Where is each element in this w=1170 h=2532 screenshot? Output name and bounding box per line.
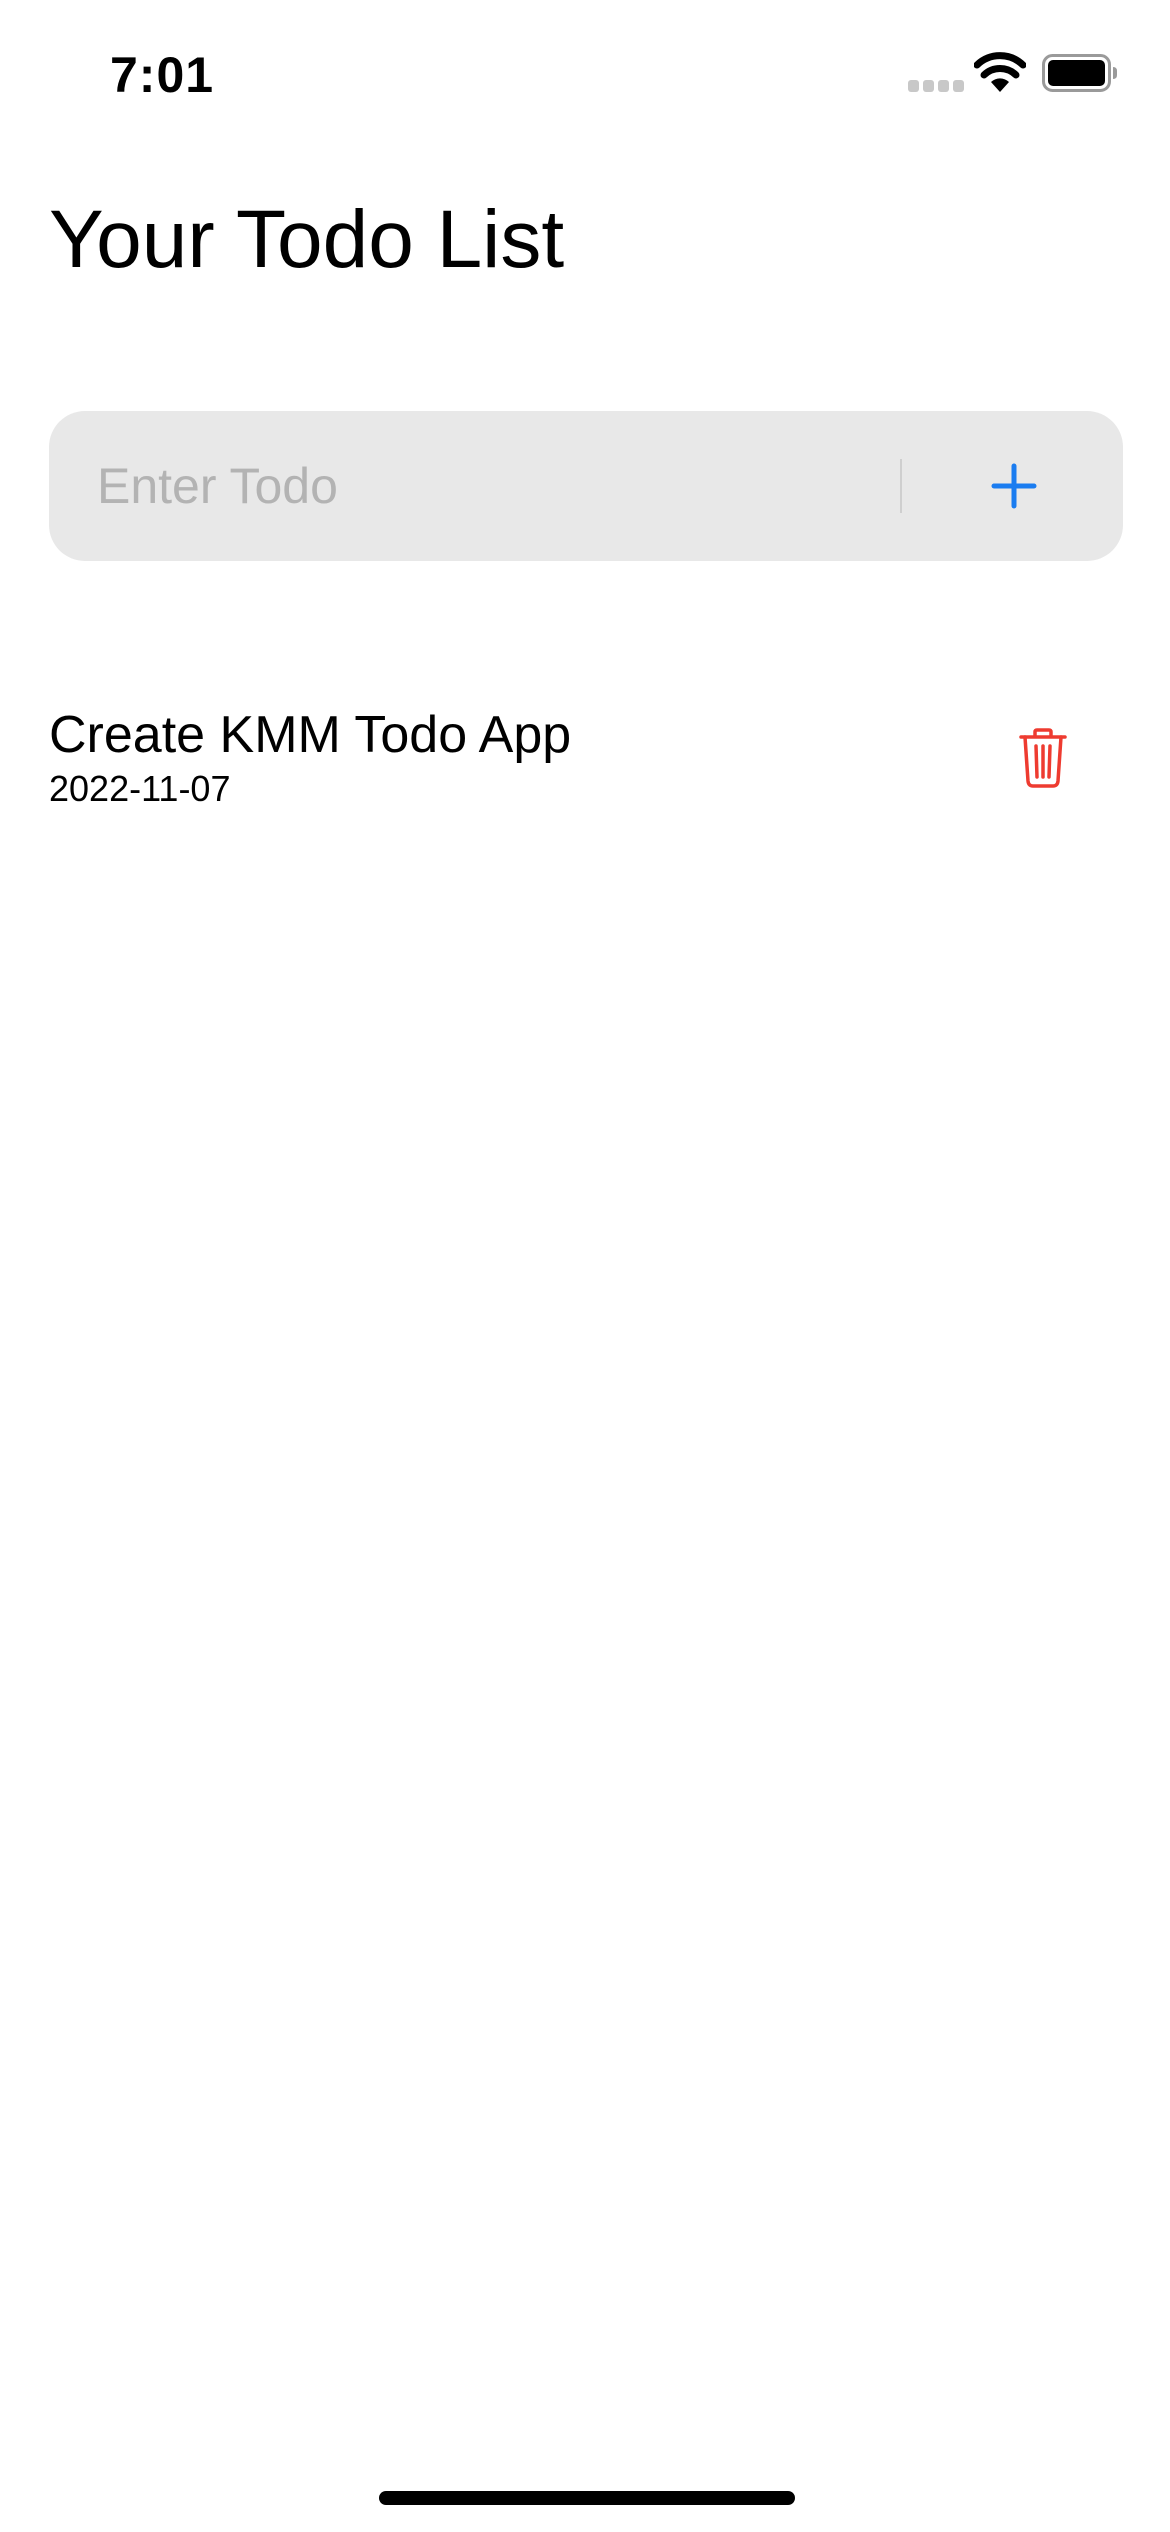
wifi-icon	[974, 52, 1026, 92]
input-divider	[900, 459, 902, 513]
todo-input[interactable]	[97, 411, 897, 561]
battery-icon	[1042, 54, 1117, 92]
delete-todo-button[interactable]	[1009, 718, 1077, 798]
todo-date: 2022-11-07	[49, 768, 231, 809]
add-todo-button[interactable]	[966, 438, 1062, 534]
status-time: 7:01	[110, 47, 215, 103]
todo-title: Create KMM Todo App	[49, 706, 572, 764]
home-indicator[interactable]	[379, 2491, 795, 2505]
todo-input-row	[49, 411, 1123, 561]
todo-list: Create KMM Todo App 2022-11-07	[49, 700, 1123, 820]
plus-icon	[991, 463, 1037, 509]
trash-icon	[1019, 728, 1067, 788]
list-item[interactable]: Create KMM Todo App 2022-11-07	[49, 700, 1123, 820]
page-title: Your Todo List	[49, 194, 565, 285]
signal-icon	[908, 80, 964, 92]
